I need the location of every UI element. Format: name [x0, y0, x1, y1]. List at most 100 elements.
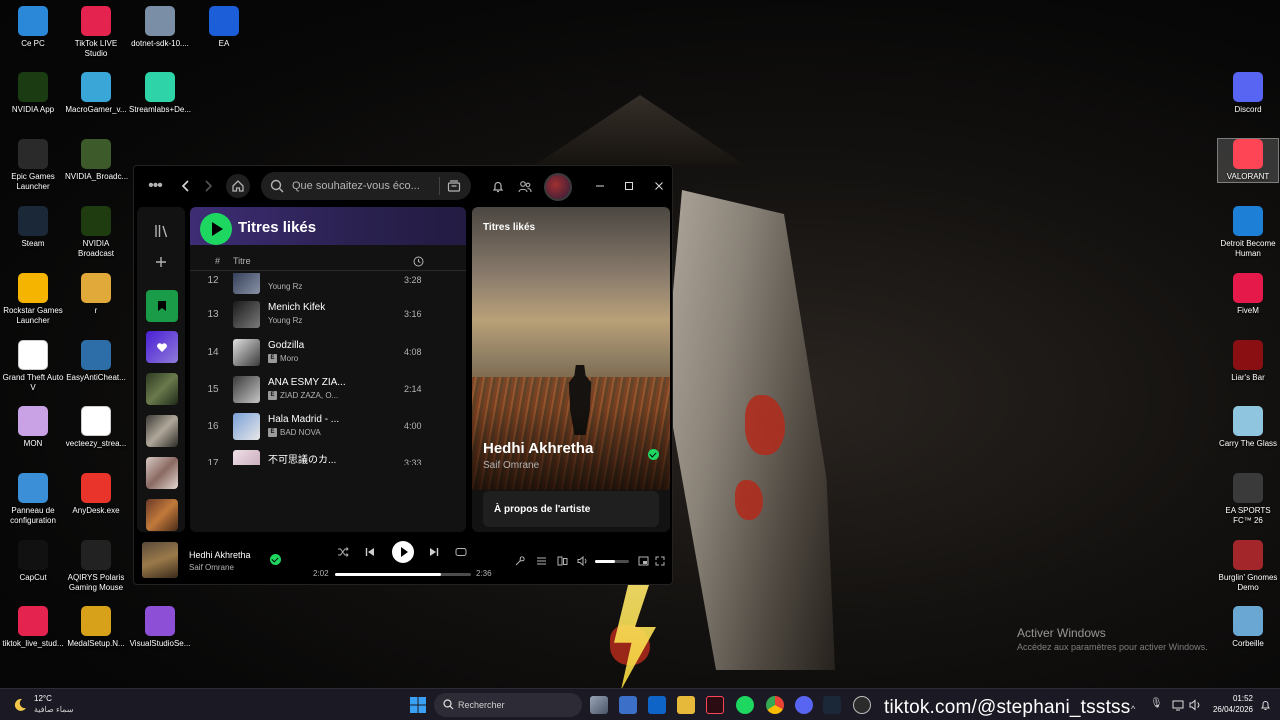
desktop-shortcut[interactable]: EA SPORTS FC™ 26: [1217, 473, 1279, 526]
track-artist[interactable]: E BAD NOVA: [268, 428, 321, 437]
desktop-shortcut[interactable]: EasyAntiCheat...: [65, 340, 127, 383]
track-artist[interactable]: E ZIAD ZAZA, O...: [268, 391, 338, 400]
track-title[interactable]: ANA ESMY ZIA...: [268, 377, 346, 388]
saved-check-icon[interactable]: [648, 449, 659, 460]
weather-moon-icon[interactable]: [12, 697, 30, 713]
column-title[interactable]: Titre: [233, 256, 251, 266]
friends-activity-icon[interactable]: [516, 174, 534, 198]
panel-artist-name[interactable]: Saif Omrane: [483, 460, 539, 471]
settings-gear-icon[interactable]: [853, 696, 871, 714]
network-icon[interactable]: [1172, 698, 1184, 716]
weather-temp[interactable]: 12°C: [34, 694, 52, 703]
desktop-shortcut[interactable]: NVIDIA App: [2, 72, 64, 115]
now-playing-artist[interactable]: Saif Omrane: [189, 563, 234, 572]
clock-time[interactable]: 01:52: [1209, 694, 1253, 703]
sidebar-item-liked-songs[interactable]: [146, 331, 178, 363]
track-title[interactable]: Menich Kifek: [268, 302, 325, 313]
search-bar[interactable]: [261, 172, 471, 200]
desktop-shortcut[interactable]: AQIRYS Polaris Gaming Mouse: [65, 540, 127, 593]
panel-playlist-label[interactable]: Titres likés: [483, 222, 535, 233]
valorant-taskbar-icon[interactable]: [706, 696, 724, 714]
tray-chevron-icon[interactable]: ^: [1131, 704, 1135, 714]
saved-check-icon[interactable]: [270, 554, 281, 565]
browse-icon[interactable]: [447, 179, 461, 193]
sidebar-item-playlist[interactable]: [146, 457, 178, 489]
desktop-shortcut[interactable]: MacroGamer_v...: [65, 72, 127, 115]
lyrics-mic-icon[interactable]: [512, 554, 526, 568]
notifications-icon[interactable]: [489, 174, 507, 198]
desktop-shortcut[interactable]: NVIDIA Broadcast: [65, 206, 127, 259]
desktop-shortcut[interactable]: Steam: [2, 206, 64, 249]
fullscreen-icon[interactable]: [653, 554, 667, 568]
track-title[interactable]: 不可思議のカ...: [268, 451, 336, 465]
track-row[interactable]: 15 ANA ESMY ZIA... E ZIAD ZAZA, O... 2:14: [190, 372, 466, 406]
search-input[interactable]: [292, 180, 442, 192]
desktop-shortcut[interactable]: TikTok LIVE Studio: [65, 6, 127, 59]
previous-icon[interactable]: [363, 545, 377, 559]
track-artist[interactable]: Young Rz: [268, 282, 302, 291]
notification-bell-icon[interactable]: [1260, 698, 1271, 716]
sidebar-item-episodes[interactable]: [146, 290, 178, 322]
store-icon[interactable]: [619, 696, 637, 714]
chrome-icon[interactable]: [766, 696, 784, 714]
taskbar-search[interactable]: Rechercher: [434, 693, 582, 717]
next-icon[interactable]: [427, 545, 441, 559]
spotify-taskbar-icon[interactable]: [736, 696, 754, 714]
minimize-icon[interactable]: [592, 174, 608, 198]
desktop-shortcut[interactable]: Streamlabs+De...: [129, 72, 191, 115]
forward-icon[interactable]: [199, 174, 217, 198]
sidebar-item-playlist[interactable]: [146, 499, 178, 531]
desktop-shortcut[interactable]: Epic Games Launcher: [2, 139, 64, 192]
home-icon[interactable]: [226, 174, 250, 198]
desktop-shortcut[interactable]: Panneau de configuration: [2, 473, 64, 526]
now-playing-title[interactable]: Hedhi Akhretha: [189, 550, 251, 560]
task-view-icon[interactable]: [590, 696, 608, 714]
track-row[interactable]: 17 不可思議のカ... 3:33: [190, 446, 466, 465]
panel-song-title[interactable]: Hedhi Akhretha: [483, 440, 593, 457]
play-button[interactable]: [200, 213, 232, 245]
track-title[interactable]: Godzilla: [268, 340, 304, 351]
volume-icon[interactable]: [576, 554, 590, 568]
maximize-icon[interactable]: [621, 174, 637, 198]
desktop-shortcut[interactable]: Liar's Bar: [1217, 340, 1279, 383]
outlook-icon[interactable]: [648, 696, 666, 714]
desktop-shortcut[interactable]: Grand Theft Auto V: [2, 340, 64, 393]
track-artist[interactable]: Young Rz: [268, 316, 302, 325]
steam-taskbar-icon[interactable]: [823, 696, 841, 714]
desktop-shortcut[interactable]: dotnet-sdk-10....: [129, 6, 191, 49]
shuffle-icon[interactable]: [336, 545, 350, 559]
more-menu-icon[interactable]: •••: [144, 174, 166, 198]
desktop-shortcut[interactable]: Detroit Become Human: [1217, 206, 1279, 259]
start-icon[interactable]: [410, 697, 426, 718]
desktop-shortcut[interactable]: EA: [193, 6, 255, 49]
discord-taskbar-icon[interactable]: [795, 696, 813, 714]
file-explorer-icon[interactable]: [677, 696, 695, 714]
desktop-shortcut[interactable]: FiveM: [1217, 273, 1279, 316]
sidebar-item-playlist[interactable]: [146, 415, 178, 447]
repeat-icon[interactable]: [454, 545, 468, 559]
desktop-shortcut[interactable]: tiktok_live_stud...: [2, 606, 64, 649]
spotify-window[interactable]: ••• Que souhaitez-vous éco... Titres lik…: [133, 165, 673, 585]
progress-bar[interactable]: [335, 573, 471, 576]
back-icon[interactable]: [177, 174, 195, 198]
profile-avatar[interactable]: [544, 173, 572, 201]
volume-slider[interactable]: [595, 560, 629, 563]
desktop-shortcut[interactable]: Discord: [1217, 72, 1279, 115]
desktop-shortcut[interactable]: Rockstar Games Launcher: [2, 273, 64, 326]
about-artist-card[interactable]: À propos de l'artiste: [483, 491, 659, 527]
weather-desc[interactable]: سماء صافية: [34, 705, 74, 714]
track-row[interactable]: 13 Menich Kifek Young Rz 3:16: [190, 297, 466, 331]
track-artist[interactable]: E Moro: [268, 354, 298, 363]
desktop-shortcut[interactable]: Corbeille: [1217, 606, 1279, 649]
create-playlist-icon[interactable]: [154, 255, 168, 274]
sidebar-item-playlist[interactable]: [146, 373, 178, 405]
miniplayer-icon[interactable]: [636, 554, 650, 568]
mic-icon[interactable]: 🎙: [1150, 698, 1163, 709]
desktop-shortcut[interactable]: AnyDesk.exe: [65, 473, 127, 516]
speaker-icon[interactable]: [1189, 698, 1202, 716]
desktop-shortcut[interactable]: VALORANT: [1217, 138, 1279, 183]
desktop-shortcut[interactable]: VisualStudioSe...: [129, 606, 191, 649]
desktop-shortcut[interactable]: NVIDIA_Broadc...: [65, 139, 128, 182]
close-icon[interactable]: [651, 174, 667, 198]
desktop-shortcut[interactable]: CapCut: [2, 540, 64, 583]
